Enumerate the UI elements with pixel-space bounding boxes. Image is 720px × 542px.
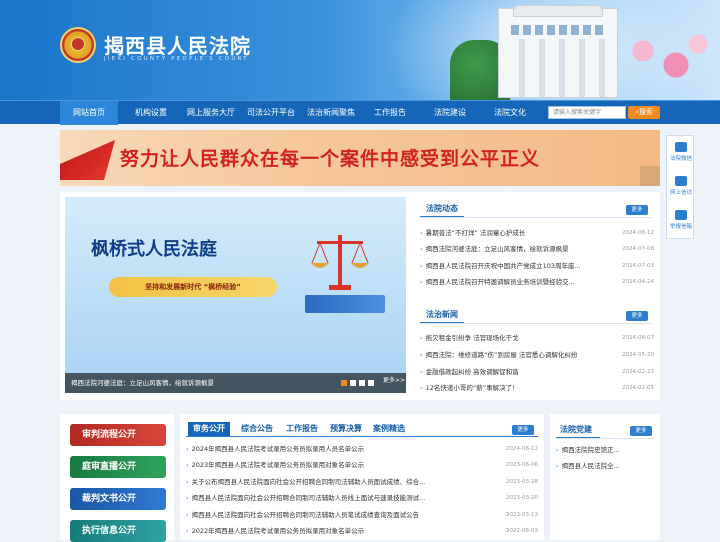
section-divider bbox=[420, 217, 652, 218]
news-slideshow[interactable]: 枫桥式人民法庭 坚持和发展新时代 “枫桥经验” 揭西法院河婆法庭：立足山风客情，… bbox=[65, 197, 406, 393]
news-date: 2024-05-20 bbox=[622, 352, 654, 358]
scales-of-justice-icon bbox=[311, 235, 369, 290]
list-item[interactable]: 2022年揭西县人民法院考试录用公务员拟录用对象名单公示 bbox=[186, 525, 496, 537]
law-news-title[interactable]: 法治新闻 bbox=[426, 309, 458, 320]
tool-petition[interactable]: 网上信访 bbox=[667, 176, 695, 196]
slide-subtitle: 坚持和发展新时代 “枫桥经验” bbox=[109, 277, 277, 297]
news-date: 2024-07-03 bbox=[622, 263, 654, 269]
tab-divider bbox=[186, 436, 538, 437]
search-button[interactable]: ⌕搜索 bbox=[628, 106, 660, 119]
news-date: 2024-07-08 bbox=[622, 246, 654, 252]
list-item[interactable]: 揭西法院院史馆正... bbox=[556, 444, 656, 456]
news-date: 2024-04-24 bbox=[622, 279, 654, 285]
court-building-image bbox=[498, 5, 618, 98]
side-toolbar: 法院微信 网上信访 举报信箱 bbox=[666, 135, 694, 239]
red-ribbon-icon bbox=[60, 140, 115, 180]
blossom-image bbox=[610, 30, 720, 100]
nav-judicial-open[interactable]: 司法公开平台 bbox=[242, 101, 300, 125]
trial-process-button[interactable]: 审判流程公开 bbox=[70, 424, 166, 446]
list-item[interactable]: 2023年揭西县人民法院考试录用公务员拟录用对象名单公示 bbox=[186, 459, 496, 471]
tool-mailbox[interactable]: 举报信箱 bbox=[667, 210, 695, 230]
search-input[interactable]: 请输入搜索关键字 bbox=[548, 106, 626, 119]
slide-title: 枫桥式人民法庭 bbox=[91, 239, 217, 260]
city-silhouette-icon bbox=[640, 166, 660, 186]
nav-online-service[interactable]: 网上服务大厅 bbox=[182, 101, 240, 125]
list-item[interactable]: 揭西县人民法院面向社会公开招聘合同制司法辅助人员笔试成绩查询及面试公告 bbox=[186, 509, 496, 521]
section-divider bbox=[556, 438, 654, 439]
party-more[interactable]: 更多 bbox=[630, 426, 652, 436]
site-name[interactable]: 揭西县人民法院 bbox=[104, 30, 251, 59]
list-item[interactable]: 揭西县人民法院召开特邀调解员业务培训暨经验交... bbox=[420, 276, 600, 288]
site-en-name: JIEXI COUNTY PEOPLE'S COURT bbox=[104, 56, 249, 62]
banner-slogan: 努力让人民群众在每一个案件中感受到公平正义 bbox=[120, 148, 541, 170]
news-date: 2023-03-28 bbox=[506, 479, 538, 485]
list-item[interactable]: 拖欠租金引纷争 法官现场化干戈 bbox=[420, 332, 610, 344]
tab-announcements[interactable]: 综合公告 bbox=[241, 422, 273, 436]
tab-budget[interactable]: 预算决算 bbox=[330, 422, 362, 436]
affairs-more[interactable]: 更多 bbox=[512, 425, 534, 435]
tab-work-reports[interactable]: 工作报告 bbox=[286, 422, 318, 436]
news-date: 2023-06-06 bbox=[506, 462, 538, 468]
execution-info-button[interactable]: 执行信息公开 bbox=[70, 520, 166, 542]
tab-cases[interactable]: 案例精选 bbox=[373, 422, 405, 436]
news-date: 2024-06-12 bbox=[506, 446, 538, 452]
court-news-more[interactable]: 更多 bbox=[626, 205, 648, 215]
nav-court-building[interactable]: 法院建设 bbox=[422, 101, 478, 125]
judgment-docs-button[interactable]: 裁判文书公开 bbox=[70, 488, 166, 510]
list-item[interactable]: 揭西县人民法院面向社会公开招聘合同制司法辅助人员线上面试与速录技能测试... bbox=[186, 492, 496, 504]
slide-dot[interactable] bbox=[350, 380, 356, 386]
slide-dot[interactable] bbox=[368, 380, 374, 386]
news-date: 2022-08-03 bbox=[506, 528, 538, 534]
court-live-button[interactable]: 庭审直播公开 bbox=[70, 456, 166, 478]
news-date: 2023-03-20 bbox=[506, 495, 538, 501]
mailbox-icon bbox=[675, 210, 687, 220]
site-header: 揭西县人民法院 JIEXI COUNTY PEOPLE'S COURT bbox=[0, 0, 720, 100]
nav-work-report[interactable]: 工作报告 bbox=[362, 101, 418, 125]
news-date: 2024-06-07 bbox=[622, 335, 654, 341]
list-item[interactable]: 金融借款起纠纷 高效调解促和谐 bbox=[420, 366, 610, 378]
slide-more-link[interactable]: 更多>> bbox=[383, 375, 405, 384]
court-emblem-icon bbox=[60, 27, 96, 63]
list-item[interactable]: 2024年揭西县人民法院考试录用公务员拟录用人员名单公示 bbox=[186, 443, 496, 455]
list-item[interactable]: 揭西法院河婆法庭：立足山风客情，绘就诉源枫景 bbox=[420, 243, 600, 255]
nav-legal-news[interactable]: 法治新闻聚焦 bbox=[302, 101, 360, 125]
slide-dot[interactable] bbox=[359, 380, 365, 386]
slogan-banner: 努力让人民群众在每一个案件中感受到公平正义 bbox=[60, 130, 660, 186]
news-date: 2023-03-13 bbox=[506, 512, 538, 518]
nav-home[interactable]: 网站首页 bbox=[60, 101, 118, 125]
nav-court-culture[interactable]: 法院文化 bbox=[482, 101, 538, 125]
news-date: 2024-08-12 bbox=[622, 230, 654, 236]
party-title[interactable]: 法院党建 bbox=[560, 424, 592, 435]
list-item[interactable]: 揭西县人民法院召开庆祝中国共产党成立103周年座... bbox=[420, 260, 600, 272]
news-date: 2024-02-05 bbox=[622, 385, 654, 391]
tab-affairs[interactable]: 审务公开 bbox=[188, 422, 230, 436]
law-news-more[interactable]: 更多 bbox=[626, 311, 648, 321]
books-icon bbox=[305, 295, 385, 313]
list-item[interactable]: 关于公布揭西县人民法院面向社会公开招聘合同制司法辅助人员面试成绩、综合... bbox=[186, 476, 496, 488]
tool-wechat[interactable]: 法院微信 bbox=[667, 142, 695, 162]
slide-dot[interactable] bbox=[341, 380, 347, 386]
nav-organization[interactable]: 机构设置 bbox=[122, 101, 180, 125]
wechat-icon bbox=[675, 142, 687, 152]
list-item[interactable]: 暑期普法“不打烊” 法润童心护成长 bbox=[420, 227, 600, 239]
list-item[interactable]: 揭西县人民法院全... bbox=[556, 460, 656, 472]
petition-icon bbox=[675, 176, 687, 186]
news-date: 2024-02-23 bbox=[622, 369, 654, 375]
section-divider bbox=[420, 323, 652, 324]
court-news-title[interactable]: 法院动态 bbox=[426, 203, 458, 214]
list-item[interactable]: 12名快递小哥的“薪”事解决了！ bbox=[420, 382, 610, 394]
list-item[interactable]: 揭西法院：维修道路“伤”到房屋 法官悉心调解化纠纷 bbox=[420, 349, 610, 361]
